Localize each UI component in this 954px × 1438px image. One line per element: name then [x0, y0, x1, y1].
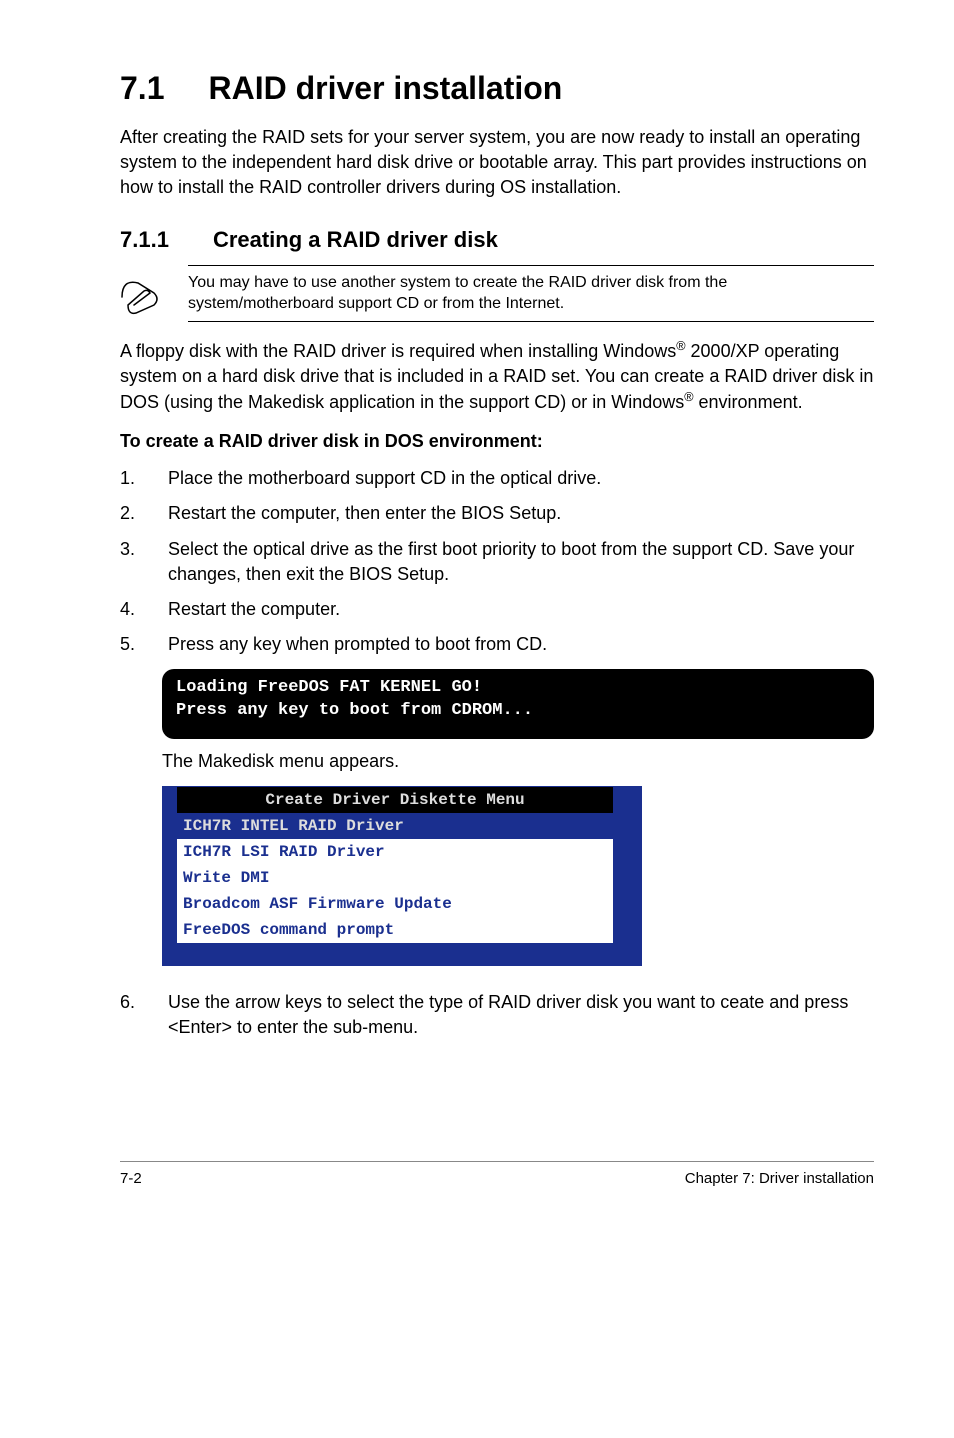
step-text: Restart the computer, then enter the BIO… — [168, 501, 561, 526]
makedisk-menu: Create Driver Diskette Menu ICH7R INTEL … — [176, 786, 614, 944]
step-item: 3. Select the optical drive as the first … — [120, 537, 874, 587]
terminal-output: Loading FreeDOS FAT KERNEL GO! Press any… — [162, 669, 874, 739]
subsection-title: Creating a RAID driver disk — [213, 227, 498, 252]
chapter-label: Chapter 7: Driver installation — [685, 1170, 874, 1187]
note-paperclip-icon — [114, 265, 160, 324]
subsection-number: 7.1.1 — [120, 227, 169, 253]
note-block: You may have to use another system to cr… — [114, 265, 874, 324]
step-number: 2. — [120, 501, 140, 526]
dos-heading: To create a RAID driver disk in DOS envi… — [120, 431, 874, 452]
body-text-1c: environment. — [694, 392, 803, 412]
step-text: Select the optical drive as the first bo… — [168, 537, 874, 587]
registered-symbol: ® — [676, 339, 685, 353]
page-number: 7-2 — [120, 1170, 142, 1187]
registered-symbol: ® — [684, 390, 693, 404]
note-text: You may have to use another system to cr… — [188, 266, 874, 321]
section-title: RAID driver installation — [208, 70, 562, 106]
step-text: Use the arrow keys to select the type of… — [168, 990, 874, 1040]
step-number: 5. — [120, 632, 140, 657]
step-text: Restart the computer. — [168, 597, 340, 622]
menu-item-ich7r-intel[interactable]: ICH7R INTEL RAID Driver — [177, 813, 613, 839]
menu-item-write-dmi[interactable]: Write DMI — [177, 865, 613, 891]
menu-item-broadcom-asf[interactable]: Broadcom ASF Firmware Update — [177, 891, 613, 917]
step-text: Press any key when prompted to boot from… — [168, 632, 547, 657]
menu-item-freedos-prompt[interactable]: FreeDOS command prompt — [177, 917, 613, 943]
paperclip-icon — [114, 273, 160, 319]
body-text-1a: A floppy disk with the RAID driver is re… — [120, 341, 676, 361]
step-item: 2. Restart the computer, then enter the B… — [120, 501, 874, 526]
step-number: 4. — [120, 597, 140, 622]
menu-item-ich7r-lsi[interactable]: ICH7R LSI RAID Driver — [177, 839, 613, 865]
step-text: Place the motherboard support CD in the … — [168, 466, 601, 491]
step-number: 3. — [120, 537, 140, 587]
body-paragraph: A floppy disk with the RAID driver is re… — [120, 338, 874, 416]
section-number: 7.1 — [120, 70, 164, 107]
intro-paragraph: After creating the RAID sets for your se… — [120, 125, 874, 201]
section-heading: 7.1 RAID driver installation — [120, 70, 874, 107]
subsection-heading: 7.1.1 Creating a RAID driver disk — [120, 227, 874, 253]
divider — [188, 321, 874, 322]
makedisk-menu-container: Create Driver Diskette Menu ICH7R INTEL … — [162, 786, 642, 966]
step-list: 1. Place the motherboard support CD in th… — [120, 466, 874, 657]
step-item: 1. Place the motherboard support CD in th… — [120, 466, 874, 491]
step-item: 4. Restart the computer. — [120, 597, 874, 622]
step-number: 1. — [120, 466, 140, 491]
page-footer: 7-2 Chapter 7: Driver installation — [120, 1161, 874, 1187]
step-item: 5. Press any key when prompted to boot fr… — [120, 632, 874, 657]
menu-title: Create Driver Diskette Menu — [177, 787, 613, 813]
step-number: 6. — [120, 990, 140, 1040]
mid-text: The Makedisk menu appears. — [162, 751, 874, 772]
step-item-6: 6. Use the arrow keys to select the type… — [120, 990, 874, 1040]
